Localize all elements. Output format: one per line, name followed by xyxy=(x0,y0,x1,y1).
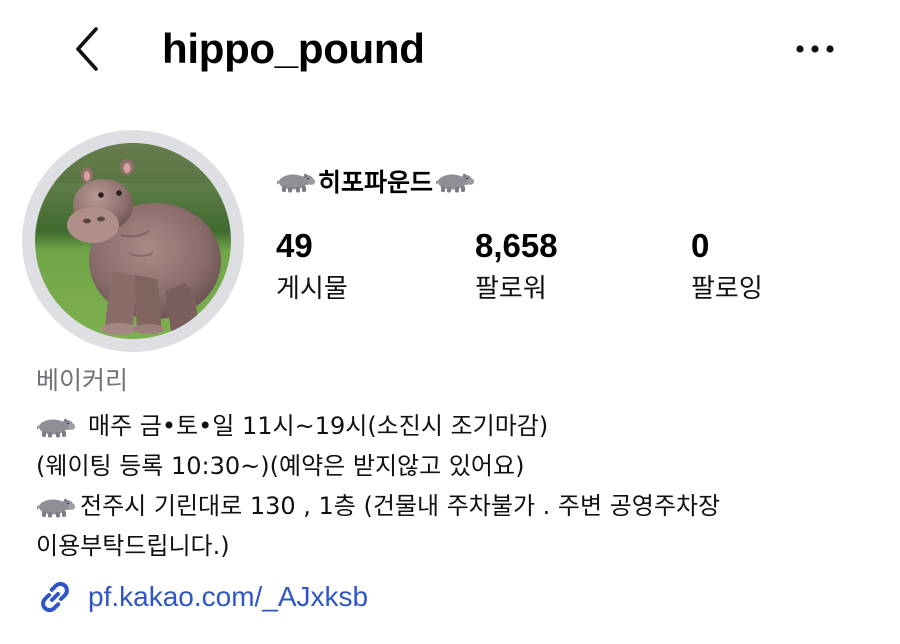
hippo-icon xyxy=(36,494,76,518)
bio-waiting: (웨이팅 등록 10:30~)(예약은 받지않고 있어요) xyxy=(36,452,525,480)
profile-category: 베이커리 xyxy=(36,366,129,395)
link-icon xyxy=(41,581,69,613)
posts-count: 49 xyxy=(276,227,313,264)
bio-line: (웨이팅 등록 10:30~)(예약은 받지않고 있어요) xyxy=(36,446,524,486)
hippo-icon xyxy=(435,169,475,193)
hippo-icon xyxy=(276,169,316,193)
avatar[interactable] xyxy=(35,143,231,339)
profile-link[interactable]: pf.kakao.com/_AJxksb xyxy=(36,576,368,618)
posts-label: 게시물 xyxy=(276,274,348,304)
bio-line: 이용부탁드립니다.) xyxy=(36,526,230,566)
display-name-text: 히포파운드 xyxy=(318,168,434,197)
link-url[interactable]: pf.kakao.com/_AJxksb xyxy=(88,581,368,613)
followers-label: 팔로워 xyxy=(475,274,547,304)
bio-address: 전주시 기린대로 130 , 1층 (건물내 주차불가 . 주변 공영주차장 xyxy=(80,492,721,520)
more-horizontal-icon xyxy=(796,45,834,53)
hippo-icon xyxy=(36,414,76,438)
stat-posts[interactable]: 49 게시물 xyxy=(276,225,348,307)
display-name: 히포파운드 xyxy=(276,160,475,202)
bio-line: 매주 금•토•일 11시~19시(소진시 조기마감) xyxy=(36,406,548,446)
following-count: 0 xyxy=(691,227,710,264)
bio-hours: 매주 금•토•일 11시~19시(소진시 조기마감) xyxy=(88,412,549,440)
hippo-profile-photo xyxy=(35,143,231,339)
followers-count: 8,658 xyxy=(475,227,558,264)
stat-following[interactable]: 0 팔로잉 xyxy=(691,225,763,307)
more-options-button[interactable] xyxy=(788,28,842,70)
profile-username: hippo_pound xyxy=(162,25,425,72)
chevron-left-icon xyxy=(76,27,98,71)
bio-line: 전주시 기린대로 130 , 1층 (건물내 주차불가 . 주변 공영주차장 xyxy=(36,486,720,526)
bio-address-continued: 이용부탁드립니다.) xyxy=(36,532,230,560)
back-button[interactable] xyxy=(62,22,112,76)
stat-followers[interactable]: 8,658 팔로워 xyxy=(475,225,558,307)
following-label: 팔로잉 xyxy=(691,274,763,304)
